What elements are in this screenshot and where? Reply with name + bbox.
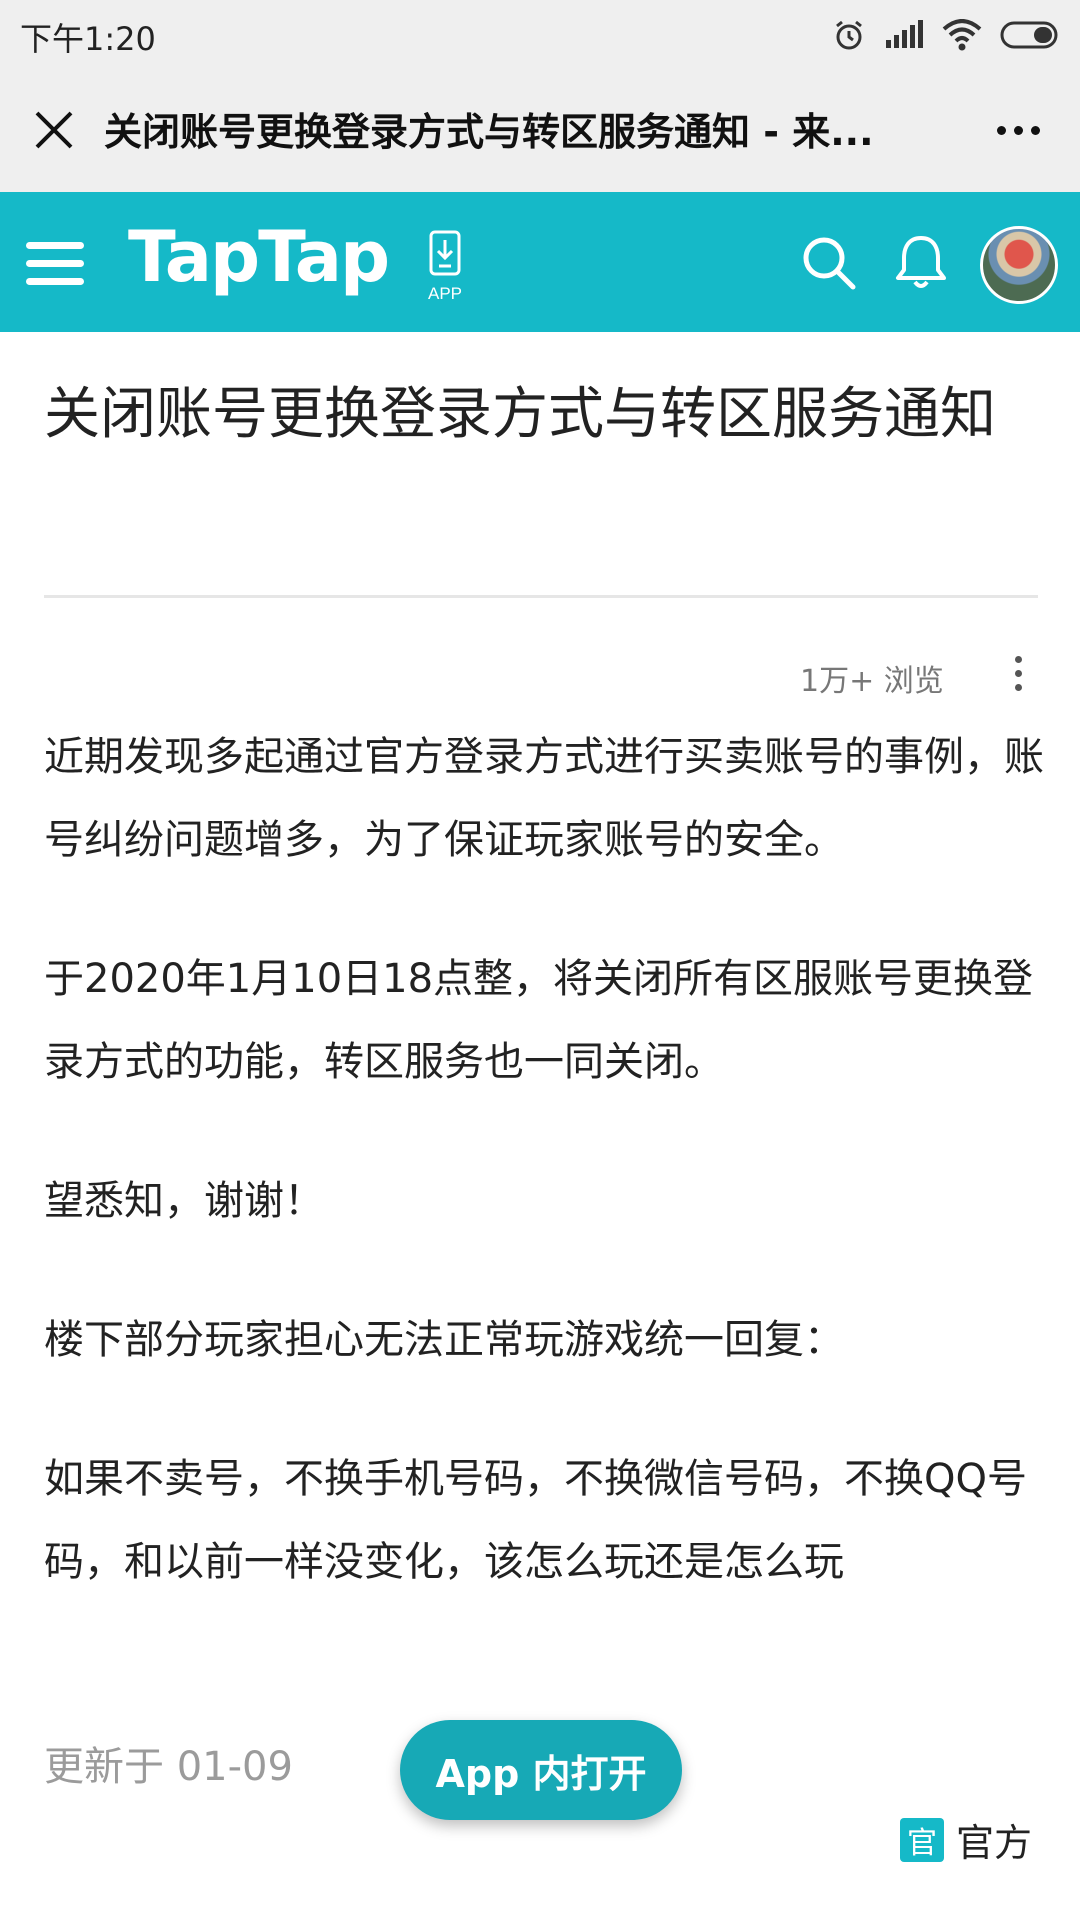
status-time: 下午1:20 [20, 20, 156, 58]
paragraph: 于2020年1月10日18点整，将关闭所有区服账号更换登录方式的功能，转区服务也… [44, 956, 1034, 1085]
more-icon [996, 125, 1006, 135]
wifi-icon [942, 19, 982, 51]
user-avatar[interactable] [980, 226, 1058, 304]
post-options-button[interactable] [1000, 650, 1036, 696]
notification-button[interactable] [894, 232, 948, 292]
paragraph: 如果不卖号，不换手机号码，不换微信号码，不换QQ号码，和以前一样没变化，该怎么玩… [44, 1456, 1027, 1585]
browser-page-title: 关闭账号更换登录方式与转区服务通知 - 来... [104, 110, 874, 154]
menu-button[interactable] [26, 238, 88, 288]
status-icons [832, 14, 1062, 56]
phone-download-icon [429, 230, 461, 276]
vertical-more-icon [1014, 655, 1022, 663]
official-label: 官方 [956, 1821, 1033, 1865]
updated-date: 更新于 01-09 [44, 1744, 293, 1790]
article-body: 近期发现多起通过官方登录方式进行买卖账号的事例，账号纠纷问题增多，为了保证玩家账… [44, 716, 1044, 1660]
paragraph: 近期发现多起通过官方登录方式进行买卖账号的事例，账号纠纷问题增多，为了保证玩家账… [44, 734, 1044, 863]
official-badge: 官 [900, 1817, 944, 1862]
close-icon [35, 111, 73, 149]
app-label: APP [427, 284, 463, 303]
app-download-button[interactable]: APP [420, 230, 470, 310]
divider [44, 595, 1038, 598]
search-icon [803, 237, 856, 290]
battery-icon [1000, 21, 1058, 49]
alarm-icon [836, 20, 862, 50]
close-button[interactable] [22, 98, 86, 162]
browser-title-bar: 关闭账号更换登录方式与转区服务通知 - 来... [0, 70, 1080, 192]
bell-icon [896, 236, 946, 288]
site-header: TapTap APP [0, 192, 1080, 332]
paragraph: 望悉知，谢谢！ [44, 1178, 324, 1224]
article-title: 关闭账号更换登录方式与转区服务通知 [44, 382, 996, 447]
open-in-app-button[interactable]: App 内打开 [400, 1720, 682, 1820]
paragraph: 楼下部分玩家担心无法正常玩游戏统一回复： [44, 1317, 844, 1363]
more-button[interactable] [976, 100, 1060, 160]
official-author[interactable]: 官 官方 [900, 1812, 1032, 1867]
status-bar: 下午1:20 [0, 0, 1080, 70]
search-button[interactable] [800, 234, 858, 292]
view-count: 1万+ 浏览 [800, 664, 944, 699]
signal-icon [886, 20, 923, 48]
taptap-logo[interactable]: TapTap [128, 216, 390, 298]
